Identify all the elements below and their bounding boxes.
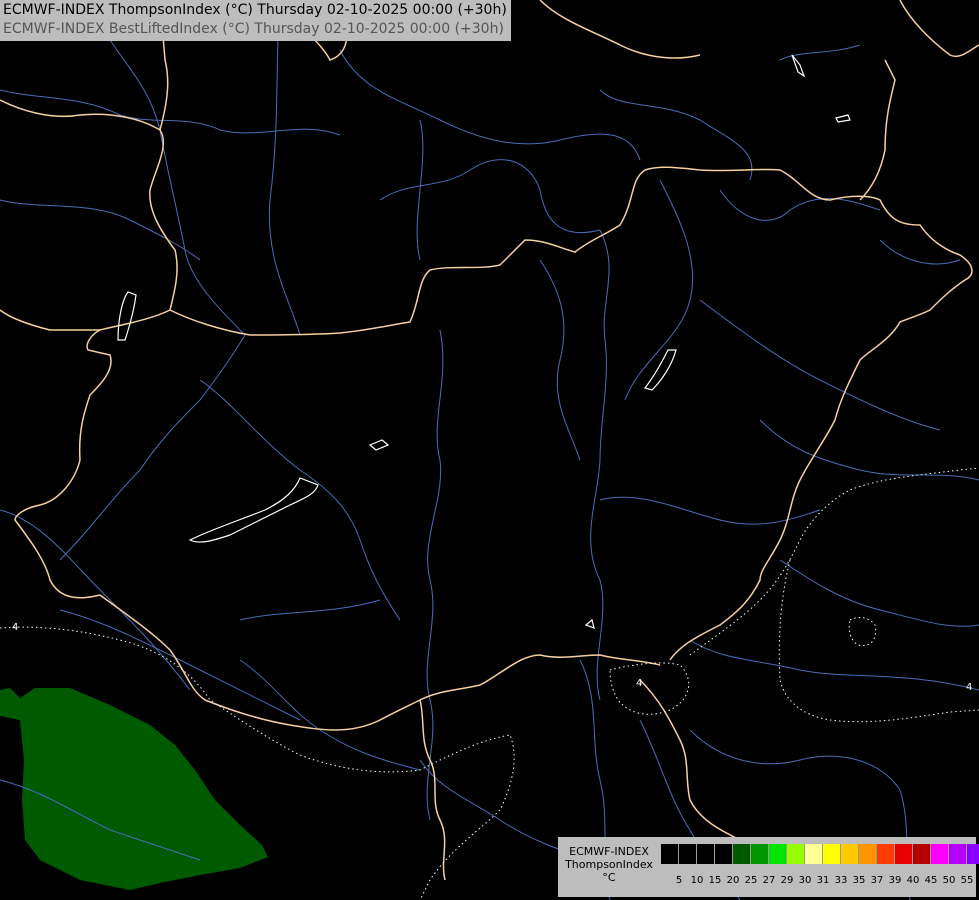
legend-tick-label: 45 <box>924 875 938 886</box>
legend-swatch <box>697 844 715 864</box>
contour-label: 4 <box>636 678 642 689</box>
legend-swatch <box>679 844 697 864</box>
legend-tick-label: 20 <box>726 875 740 886</box>
legend-tick-label: 50 <box>942 875 956 886</box>
legend-swatch <box>895 844 913 864</box>
legend-label-line1: ECMWF-INDEX <box>569 845 649 858</box>
legend-tick-label: 40 <box>906 875 920 886</box>
legend-tick-label: 35 <box>852 875 866 886</box>
map-title: ECMWF-INDEX ThompsonIndex (°C) Thursday … <box>0 0 511 41</box>
legend-tick-label: 15 <box>708 875 722 886</box>
legend-tick-label: 29 <box>780 875 794 886</box>
title-thompson-index: ECMWF-INDEX ThompsonIndex (°C) Thursday … <box>3 2 507 18</box>
legend-tick-label: 10 <box>690 875 704 886</box>
legend-tick-label: 5 <box>675 875 683 886</box>
legend-tick-label: 27 <box>762 875 776 886</box>
legend-tick-label: 30 <box>798 875 812 886</box>
contour-label: 4 <box>966 682 972 693</box>
legend-swatch <box>949 844 967 864</box>
legend-swatch <box>859 844 877 864</box>
legend-tick-label: 37 <box>870 875 884 886</box>
legend-tick-label: 39 <box>888 875 902 886</box>
legend-swatch <box>931 844 949 864</box>
legend-swatch <box>733 844 751 864</box>
legend-swatch <box>787 844 805 864</box>
legend-tick-label: 33 <box>834 875 848 886</box>
legend-tick-label: 25 <box>744 875 758 886</box>
contour-label: 4 <box>12 622 18 633</box>
legend-swatch <box>877 844 895 864</box>
legend-swatch <box>913 844 931 864</box>
legend-tick-label: 55 <box>960 875 974 886</box>
legend-label-line2: ThompsonIndex <box>565 858 653 871</box>
weather-map: 4 4 4 <box>0 0 979 900</box>
legend-swatch <box>769 844 787 864</box>
legend-ticks: 51015202527293031333537394045505560 <box>661 875 979 889</box>
legend-swatch <box>661 844 679 864</box>
legend-swatch <box>715 844 733 864</box>
title-best-lifted-index: ECMWF-INDEX BestLiftedIndex (°C) Thursda… <box>3 21 504 37</box>
legend-swatch <box>841 844 859 864</box>
legend-label: ECMWF-INDEX ThompsonIndex °C <box>558 845 660 884</box>
legend-swatch <box>823 844 841 864</box>
legend-tick-label: 31 <box>816 875 830 886</box>
legend-swatch <box>967 844 979 864</box>
legend-label-line3: °C <box>602 871 616 884</box>
legend-swatch <box>805 844 823 864</box>
color-legend: ECMWF-INDEX ThompsonIndex °C 5 10 15 20 25 27… <box>558 837 979 897</box>
legend-swatches <box>661 844 979 864</box>
legend-swatch <box>751 844 769 864</box>
